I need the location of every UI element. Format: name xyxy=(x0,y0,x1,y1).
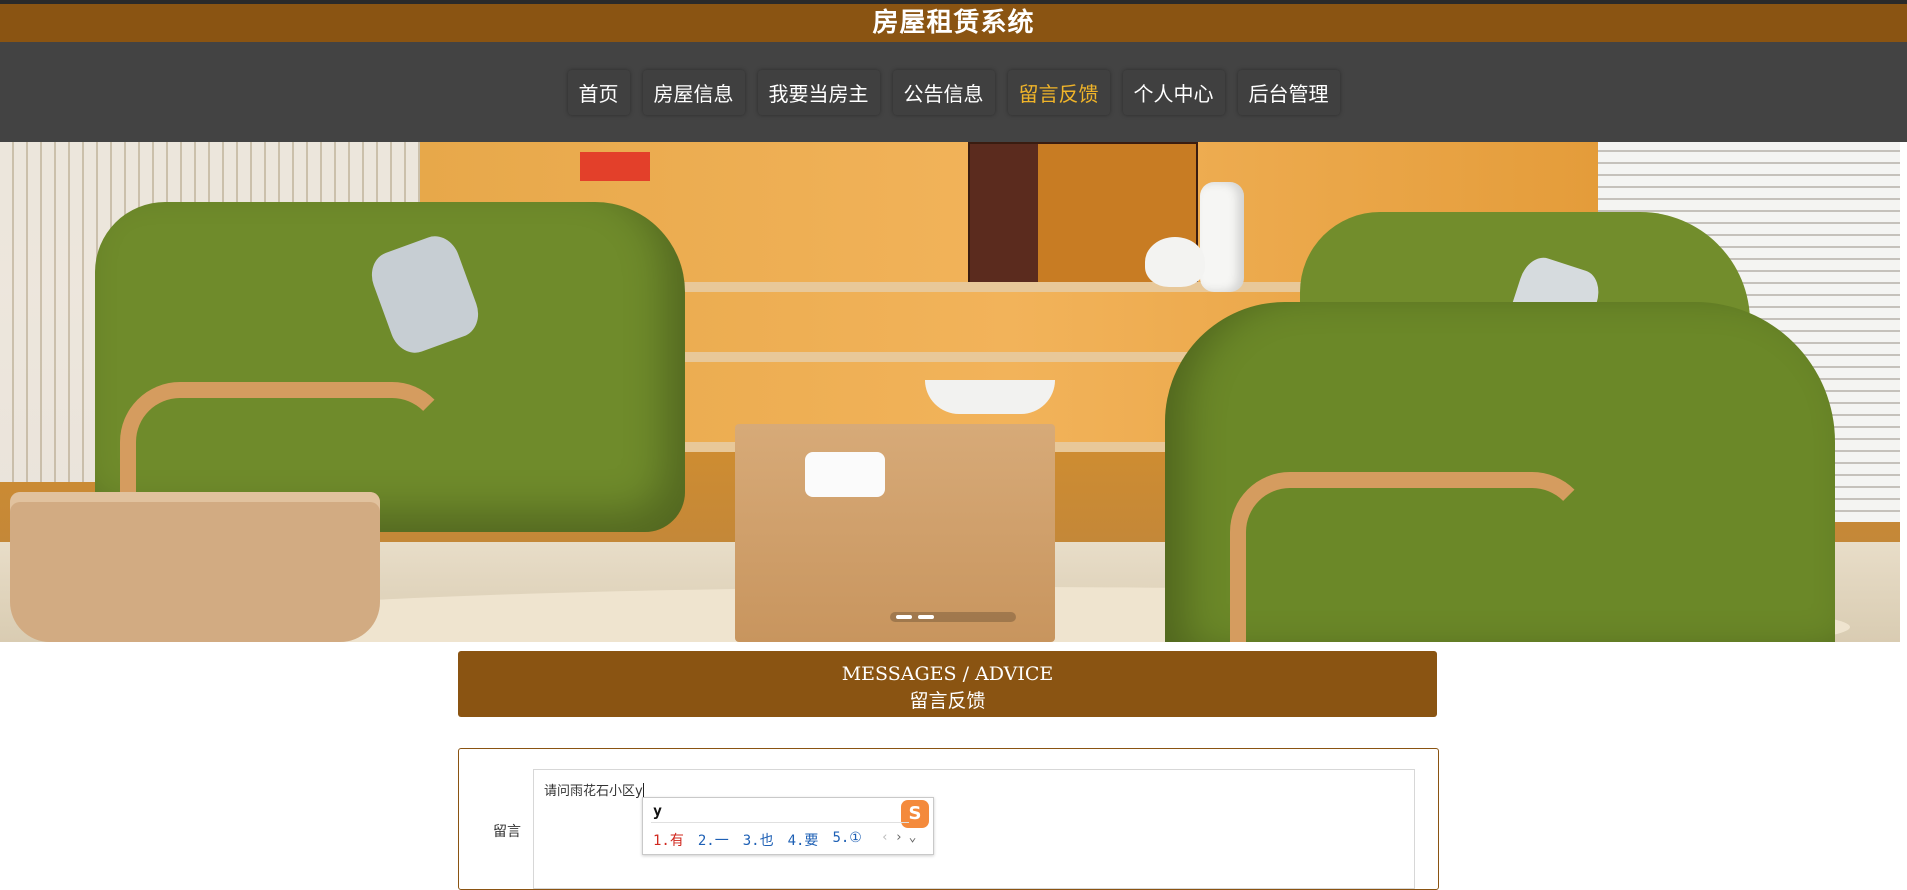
ime-next-icon[interactable]: › xyxy=(895,830,903,845)
site-title: 房屋租赁系统 xyxy=(0,4,1907,42)
text-caret xyxy=(642,783,644,798)
nav-personal-center[interactable]: 个人中心 xyxy=(1122,69,1225,115)
carousel-dot-1[interactable] xyxy=(896,615,912,619)
ime-prev-icon[interactable]: ‹ xyxy=(881,830,889,845)
ime-candidate-1[interactable]: 1.有 xyxy=(653,830,684,850)
main-nav: 首页 房屋信息 我要当房主 公告信息 留言反馈 个人中心 后台管理 xyxy=(0,42,1907,142)
ime-candidates: 1.有 2.一 3.也 4.要 5.① xyxy=(653,830,862,850)
section-title-en: MESSAGES / ADVICE xyxy=(841,663,1054,685)
nav-admin[interactable]: 后台管理 xyxy=(1237,69,1340,115)
section-title-zh: 留言反馈 xyxy=(909,690,986,712)
vase xyxy=(1200,182,1244,292)
ime-input-text: y xyxy=(653,802,663,820)
ime-candidate-4[interactable]: 4.要 xyxy=(788,830,819,850)
ime-candidate-window[interactable]: y S 1.有 2.一 3.也 4.要 5.① ‹ › ⌄ xyxy=(642,797,934,855)
chair-arm-right xyxy=(1230,472,1592,642)
ime-nav: ‹ › ⌄ xyxy=(881,830,916,845)
ime-candidate-5[interactable]: 5.① xyxy=(832,830,861,850)
carousel-dot-2[interactable] xyxy=(918,615,934,619)
message-form: 留言 请问雨花石小区y xyxy=(458,748,1439,890)
tea-cups xyxy=(805,452,885,497)
nav-home[interactable]: 首页 xyxy=(567,69,630,115)
message-label: 留言 xyxy=(493,824,521,840)
ime-candidate-2[interactable]: 2.一 xyxy=(698,830,729,850)
coffee-table xyxy=(735,424,1055,642)
carousel-indicator[interactable] xyxy=(890,612,1016,622)
section-header: MESSAGES / ADVICE 留言反馈 xyxy=(458,651,1437,717)
ime-expand-icon[interactable]: ⌄ xyxy=(909,830,917,845)
nav-house-info[interactable]: 房屋信息 xyxy=(642,69,745,115)
side-table xyxy=(10,492,380,642)
ime-candidate-3[interactable]: 3.也 xyxy=(743,830,774,850)
ime-divider xyxy=(651,822,909,823)
bowl xyxy=(925,380,1055,414)
nav-messages[interactable]: 留言反馈 xyxy=(1007,69,1110,115)
sogou-logo-icon: S xyxy=(901,800,929,828)
nav-announcements[interactable]: 公告信息 xyxy=(892,69,995,115)
banner-image xyxy=(0,142,1900,642)
teapot xyxy=(1145,237,1205,287)
message-text: 请问雨花石小区y xyxy=(544,784,643,799)
nav-become-landlord[interactable]: 我要当房主 xyxy=(757,69,880,115)
